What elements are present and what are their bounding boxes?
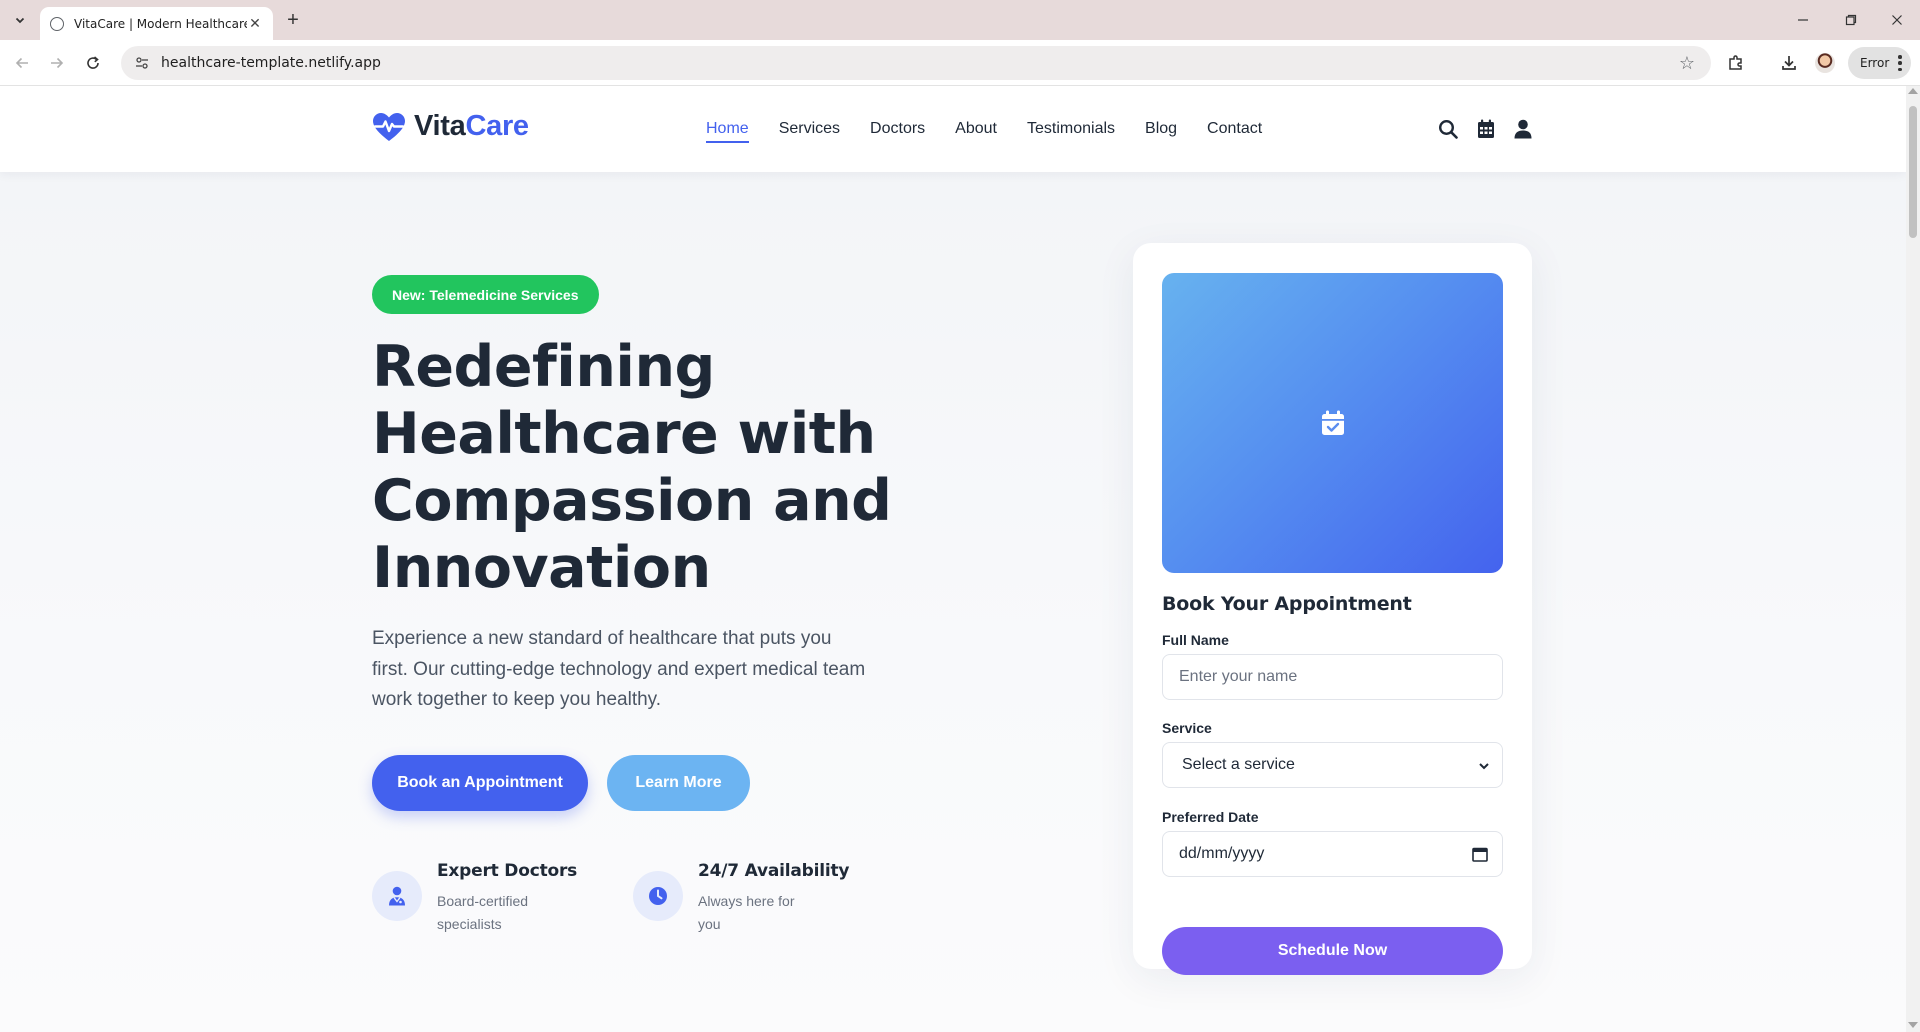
logo-text: VitaCare [414, 110, 529, 143]
logo-text-part2: Care [465, 110, 529, 142]
calendar-picker-icon[interactable] [1472, 846, 1488, 862]
extensions-icon[interactable] [1724, 51, 1748, 75]
feature-subtitle: Always here for you [698, 893, 795, 932]
tab-close-icon[interactable]: ✕ [247, 15, 263, 32]
service-select[interactable]: Select a service [1162, 742, 1503, 788]
tab-title: VitaCare | Modern Healthcare S [74, 16, 247, 31]
page-viewport: VitaCare Home Services Doctors About Tes… [0, 86, 1906, 1032]
tab-search-dropdown-icon[interactable] [10, 10, 30, 30]
nav-doctors[interactable]: Doctors [870, 118, 925, 140]
feature-availability: 24/7 Availability Always here for you [633, 861, 850, 936]
back-icon[interactable] [10, 51, 34, 75]
browser-toolbar: healthcare-template.netlify.app ☆ Error [0, 40, 1920, 86]
main-navigation: Home Services Doctors About Testimonials… [706, 118, 1292, 143]
user-doctor-icon [372, 871, 422, 921]
full-name-label: Full Name [1162, 632, 1229, 648]
date-placeholder: dd/mm/yyyy [1179, 845, 1265, 862]
booking-title: Book Your Appointment [1162, 593, 1412, 615]
booking-card: Book Your Appointment Full Name Enter yo… [1133, 243, 1532, 975]
restore-icon[interactable] [1836, 8, 1866, 32]
browser-tab[interactable]: VitaCare | Modern Healthcare S ✕ [40, 7, 273, 40]
calendar-check-icon [1321, 410, 1344, 435]
full-name-input[interactable]: Enter your name [1162, 654, 1503, 700]
nav-blog[interactable]: Blog [1145, 118, 1177, 140]
hero-description: Experience a new standard of healthcare … [372, 628, 866, 710]
chevron-down-icon [1479, 763, 1489, 770]
nav-testimonials[interactable]: Testimonials [1027, 118, 1115, 140]
logo-text-part1: Vita [414, 110, 466, 142]
learn-more-button[interactable]: Learn More [607, 755, 750, 811]
appointment-illustration [1162, 273, 1503, 573]
browser-tab-strip: VitaCare | Modern Healthcare S ✕ + [0, 0, 1920, 40]
feature-title: Expert Doctors [437, 861, 578, 881]
scroll-down-icon[interactable] [1908, 1022, 1918, 1028]
nav-contact[interactable]: Contact [1207, 118, 1262, 140]
page-scrollbar[interactable] [1906, 86, 1920, 1032]
new-tab-icon[interactable]: + [282, 9, 304, 31]
user-icon[interactable] [1512, 118, 1534, 140]
site-settings-icon[interactable] [133, 54, 151, 72]
book-appointment-button[interactable]: Book an Appointment [372, 755, 588, 811]
profile-error-label: Error [1860, 56, 1890, 70]
globe-icon [50, 16, 64, 31]
search-icon[interactable] [1437, 118, 1459, 140]
heartbeat-icon [373, 112, 405, 141]
address-bar[interactable]: healthcare-template.netlify.app ☆ [121, 46, 1711, 80]
clock-icon [633, 871, 683, 921]
scrollbar-thumb[interactable] [1909, 106, 1917, 238]
site-logo[interactable]: VitaCare [372, 110, 529, 143]
nav-services[interactable]: Services [779, 118, 840, 140]
bookmark-star-icon[interactable]: ☆ [1677, 53, 1697, 73]
hero-title: Redefining Healthcare with Compassion an… [372, 334, 892, 601]
service-label: Service [1162, 720, 1212, 736]
profile-error-button[interactable]: Error [1848, 47, 1911, 79]
preferred-date-input[interactable]: dd/mm/yyyy [1162, 831, 1503, 877]
site-header: VitaCare Home Services Doctors About Tes… [0, 86, 1906, 172]
calendar-icon[interactable] [1475, 118, 1497, 140]
nav-about[interactable]: About [955, 118, 997, 140]
minimize-icon[interactable] [1788, 8, 1818, 32]
full-name-placeholder: Enter your name [1179, 668, 1298, 685]
feature-title: 24/7 Availability [698, 861, 850, 881]
service-select-value: Select a service [1182, 756, 1295, 773]
url-text: healthcare-template.netlify.app [161, 55, 381, 71]
feature-subtitle: Board-certified specialists [437, 893, 529, 932]
close-window-icon[interactable] [1882, 8, 1912, 32]
scroll-up-icon[interactable] [1908, 88, 1918, 94]
feature-expert-doctors: Expert Doctors Board-certified specialis… [372, 861, 577, 936]
download-icon[interactable] [1777, 51, 1801, 75]
schedule-now-button[interactable]: Schedule Now [1162, 927, 1503, 975]
nav-home[interactable]: Home [706, 118, 749, 143]
forward-icon[interactable] [45, 51, 69, 75]
browser-menu-icon[interactable] [1898, 55, 1902, 71]
preferred-date-label: Preferred Date [1162, 809, 1259, 825]
new-service-badge: New: Telemedicine Services [372, 275, 599, 314]
reload-icon[interactable] [81, 51, 105, 75]
profile-avatar[interactable] [1815, 53, 1835, 73]
